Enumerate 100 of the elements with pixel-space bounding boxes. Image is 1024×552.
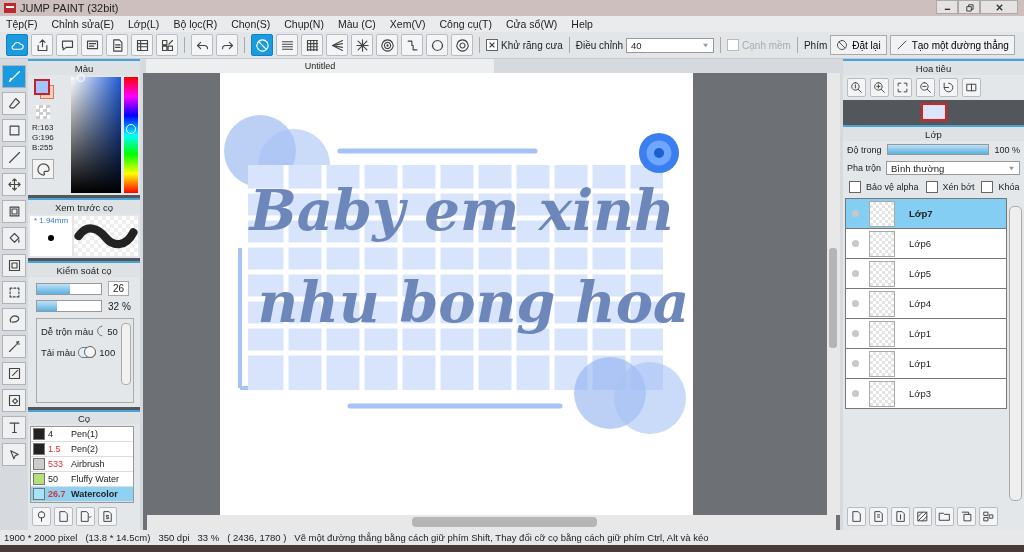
bucket-tool[interactable]	[2, 227, 26, 250]
brush-size-value[interactable]: 26	[108, 281, 130, 296]
redo-button[interactable]	[216, 34, 238, 56]
menu-item[interactable]: Help	[571, 18, 593, 30]
merge-layer-button[interactable]	[979, 507, 998, 526]
fit-button[interactable]	[893, 78, 912, 97]
list-button[interactable]	[131, 34, 153, 56]
visibility-dot-icon[interactable]	[852, 360, 859, 367]
parallel-ruler-button[interactable]	[276, 34, 298, 56]
layer-item[interactable]: Lớp1	[845, 319, 1007, 349]
antialias-checkbox[interactable]	[486, 39, 498, 51]
selecteraser-tool[interactable]	[2, 389, 26, 412]
selectarrow-tool[interactable]	[2, 443, 26, 466]
zoomout-button[interactable]	[916, 78, 935, 97]
visibility-dot-icon[interactable]	[852, 390, 859, 397]
perspective-ruler-button[interactable]	[326, 34, 348, 56]
concentric-ruler-button[interactable]	[376, 34, 398, 56]
square-tool[interactable]	[2, 200, 26, 223]
scrollbar[interactable]	[1009, 206, 1022, 501]
gear-ruler-button[interactable]	[451, 34, 473, 56]
wand-tool[interactable]	[2, 335, 26, 358]
curve-ruler-button[interactable]	[401, 34, 423, 56]
visibility-dot-icon[interactable]	[852, 270, 859, 277]
palette-button[interactable]	[32, 159, 54, 179]
tree-button[interactable]	[32, 507, 51, 526]
color-gradient-picker[interactable]	[71, 77, 121, 193]
layer-option-checkbox[interactable]	[849, 181, 861, 193]
menu-item[interactable]: Chụp(N)	[284, 18, 324, 30]
visibility-dot-icon[interactable]	[852, 330, 859, 337]
layer-option-checkbox[interactable]	[925, 181, 938, 193]
color-swatch-pair[interactable]	[32, 77, 56, 101]
layer-item[interactable]: Lớp3	[845, 379, 1007, 409]
lasso-tool[interactable]	[2, 308, 26, 331]
navigator-thumbnail[interactable]	[920, 102, 947, 121]
selectrect-tool[interactable]	[2, 281, 26, 304]
menu-item[interactable]: Bộ lọc(R)	[173, 18, 218, 30]
layer-option-checkbox[interactable]	[981, 181, 994, 193]
ellipse-ruler-button[interactable]	[426, 34, 448, 56]
undo-button[interactable]	[191, 34, 213, 56]
layer-item[interactable]: Lớp5	[845, 259, 1007, 289]
none-ruler-button[interactable]	[251, 34, 273, 56]
menu-item[interactable]: Tệp(F)	[6, 18, 38, 30]
brush-item[interactable]: 1.5 Pen(2)	[31, 442, 133, 457]
menu-item[interactable]: Màu (C)	[337, 18, 376, 30]
radial-ruler-button[interactable]	[351, 34, 373, 56]
copy-layer-button[interactable]	[957, 507, 976, 526]
zoom1-button[interactable]	[847, 78, 866, 97]
restore-button[interactable]	[958, 0, 980, 14]
hatch-layer-button[interactable]	[913, 507, 932, 526]
visibility-dot-icon[interactable]	[852, 300, 859, 307]
eraser-tool[interactable]	[2, 92, 26, 115]
brush-item[interactable]: 26.7 Watercolor	[31, 487, 133, 502]
hue-slider[interactable]	[124, 77, 138, 193]
speech-button[interactable]	[56, 34, 78, 56]
selectpen-tool[interactable]	[2, 362, 26, 385]
doc-button[interactable]	[106, 34, 128, 56]
brush-tool[interactable]	[2, 65, 26, 88]
new-layer-button[interactable]	[847, 507, 866, 526]
toggle-switch[interactable]	[78, 347, 97, 358]
brush-opacity-slider[interactable]	[36, 300, 102, 312]
grid-ruler-button[interactable]	[301, 34, 323, 56]
vertical-scrollbar[interactable]	[827, 73, 840, 515]
menu-item[interactable]: Cửa sổ(W)	[505, 18, 558, 30]
sdoc-button[interactable]	[98, 507, 117, 526]
dial-icon[interactable]	[96, 325, 105, 337]
gridedit-button[interactable]	[156, 34, 178, 56]
adjust-dropdown[interactable]: 40	[626, 37, 715, 53]
blend-mode-dropdown[interactable]: Bình thường	[886, 161, 1020, 175]
newb-layer-button[interactable]	[869, 507, 888, 526]
document-tab[interactable]: Untitled	[146, 59, 494, 73]
layer-item[interactable]: Lớp4	[845, 289, 1007, 319]
visibility-dot-icon[interactable]	[852, 240, 859, 247]
layer-item[interactable]: Lớp1	[845, 349, 1007, 379]
zoomin-button[interactable]	[870, 78, 889, 97]
visibility-dot-icon[interactable]	[852, 210, 859, 217]
move-tool[interactable]	[2, 173, 26, 196]
menu-item[interactable]: Chỉnh sửa(E)	[51, 18, 114, 30]
flip-button[interactable]	[962, 78, 981, 97]
horizontal-scrollbar[interactable]	[147, 515, 836, 530]
message-button[interactable]	[81, 34, 103, 56]
straight-line-button[interactable]: Tạo một đường thẳng	[889, 35, 1015, 55]
brush-item[interactable]: 533 Airbrush	[31, 457, 133, 472]
menu-item[interactable]: Xem(V)	[389, 18, 426, 30]
cloud-button[interactable]	[6, 34, 28, 56]
brush-size-slider[interactable]	[36, 282, 102, 295]
folder-layer-button[interactable]	[935, 507, 954, 526]
menu-item[interactable]: Chọn(S)	[231, 18, 271, 30]
menu-item[interactable]: Công cụ(T)	[439, 18, 492, 30]
new1-layer-button[interactable]	[891, 507, 910, 526]
text-tool[interactable]	[2, 416, 26, 439]
layer-opacity-slider[interactable]	[886, 144, 990, 155]
transparent-swatch[interactable]	[36, 105, 50, 119]
gradient-tool[interactable]	[2, 254, 26, 277]
reset-button[interactable]: Đặt lại	[830, 35, 887, 55]
brush-item[interactable]: 4 Pen(1)	[31, 427, 133, 442]
rotate-button[interactable]	[939, 78, 958, 97]
new-button[interactable]	[54, 507, 73, 526]
layer-item[interactable]: Lớp6	[845, 229, 1007, 259]
docmenu-button[interactable]	[76, 507, 95, 526]
scrollbar[interactable]	[121, 323, 131, 385]
